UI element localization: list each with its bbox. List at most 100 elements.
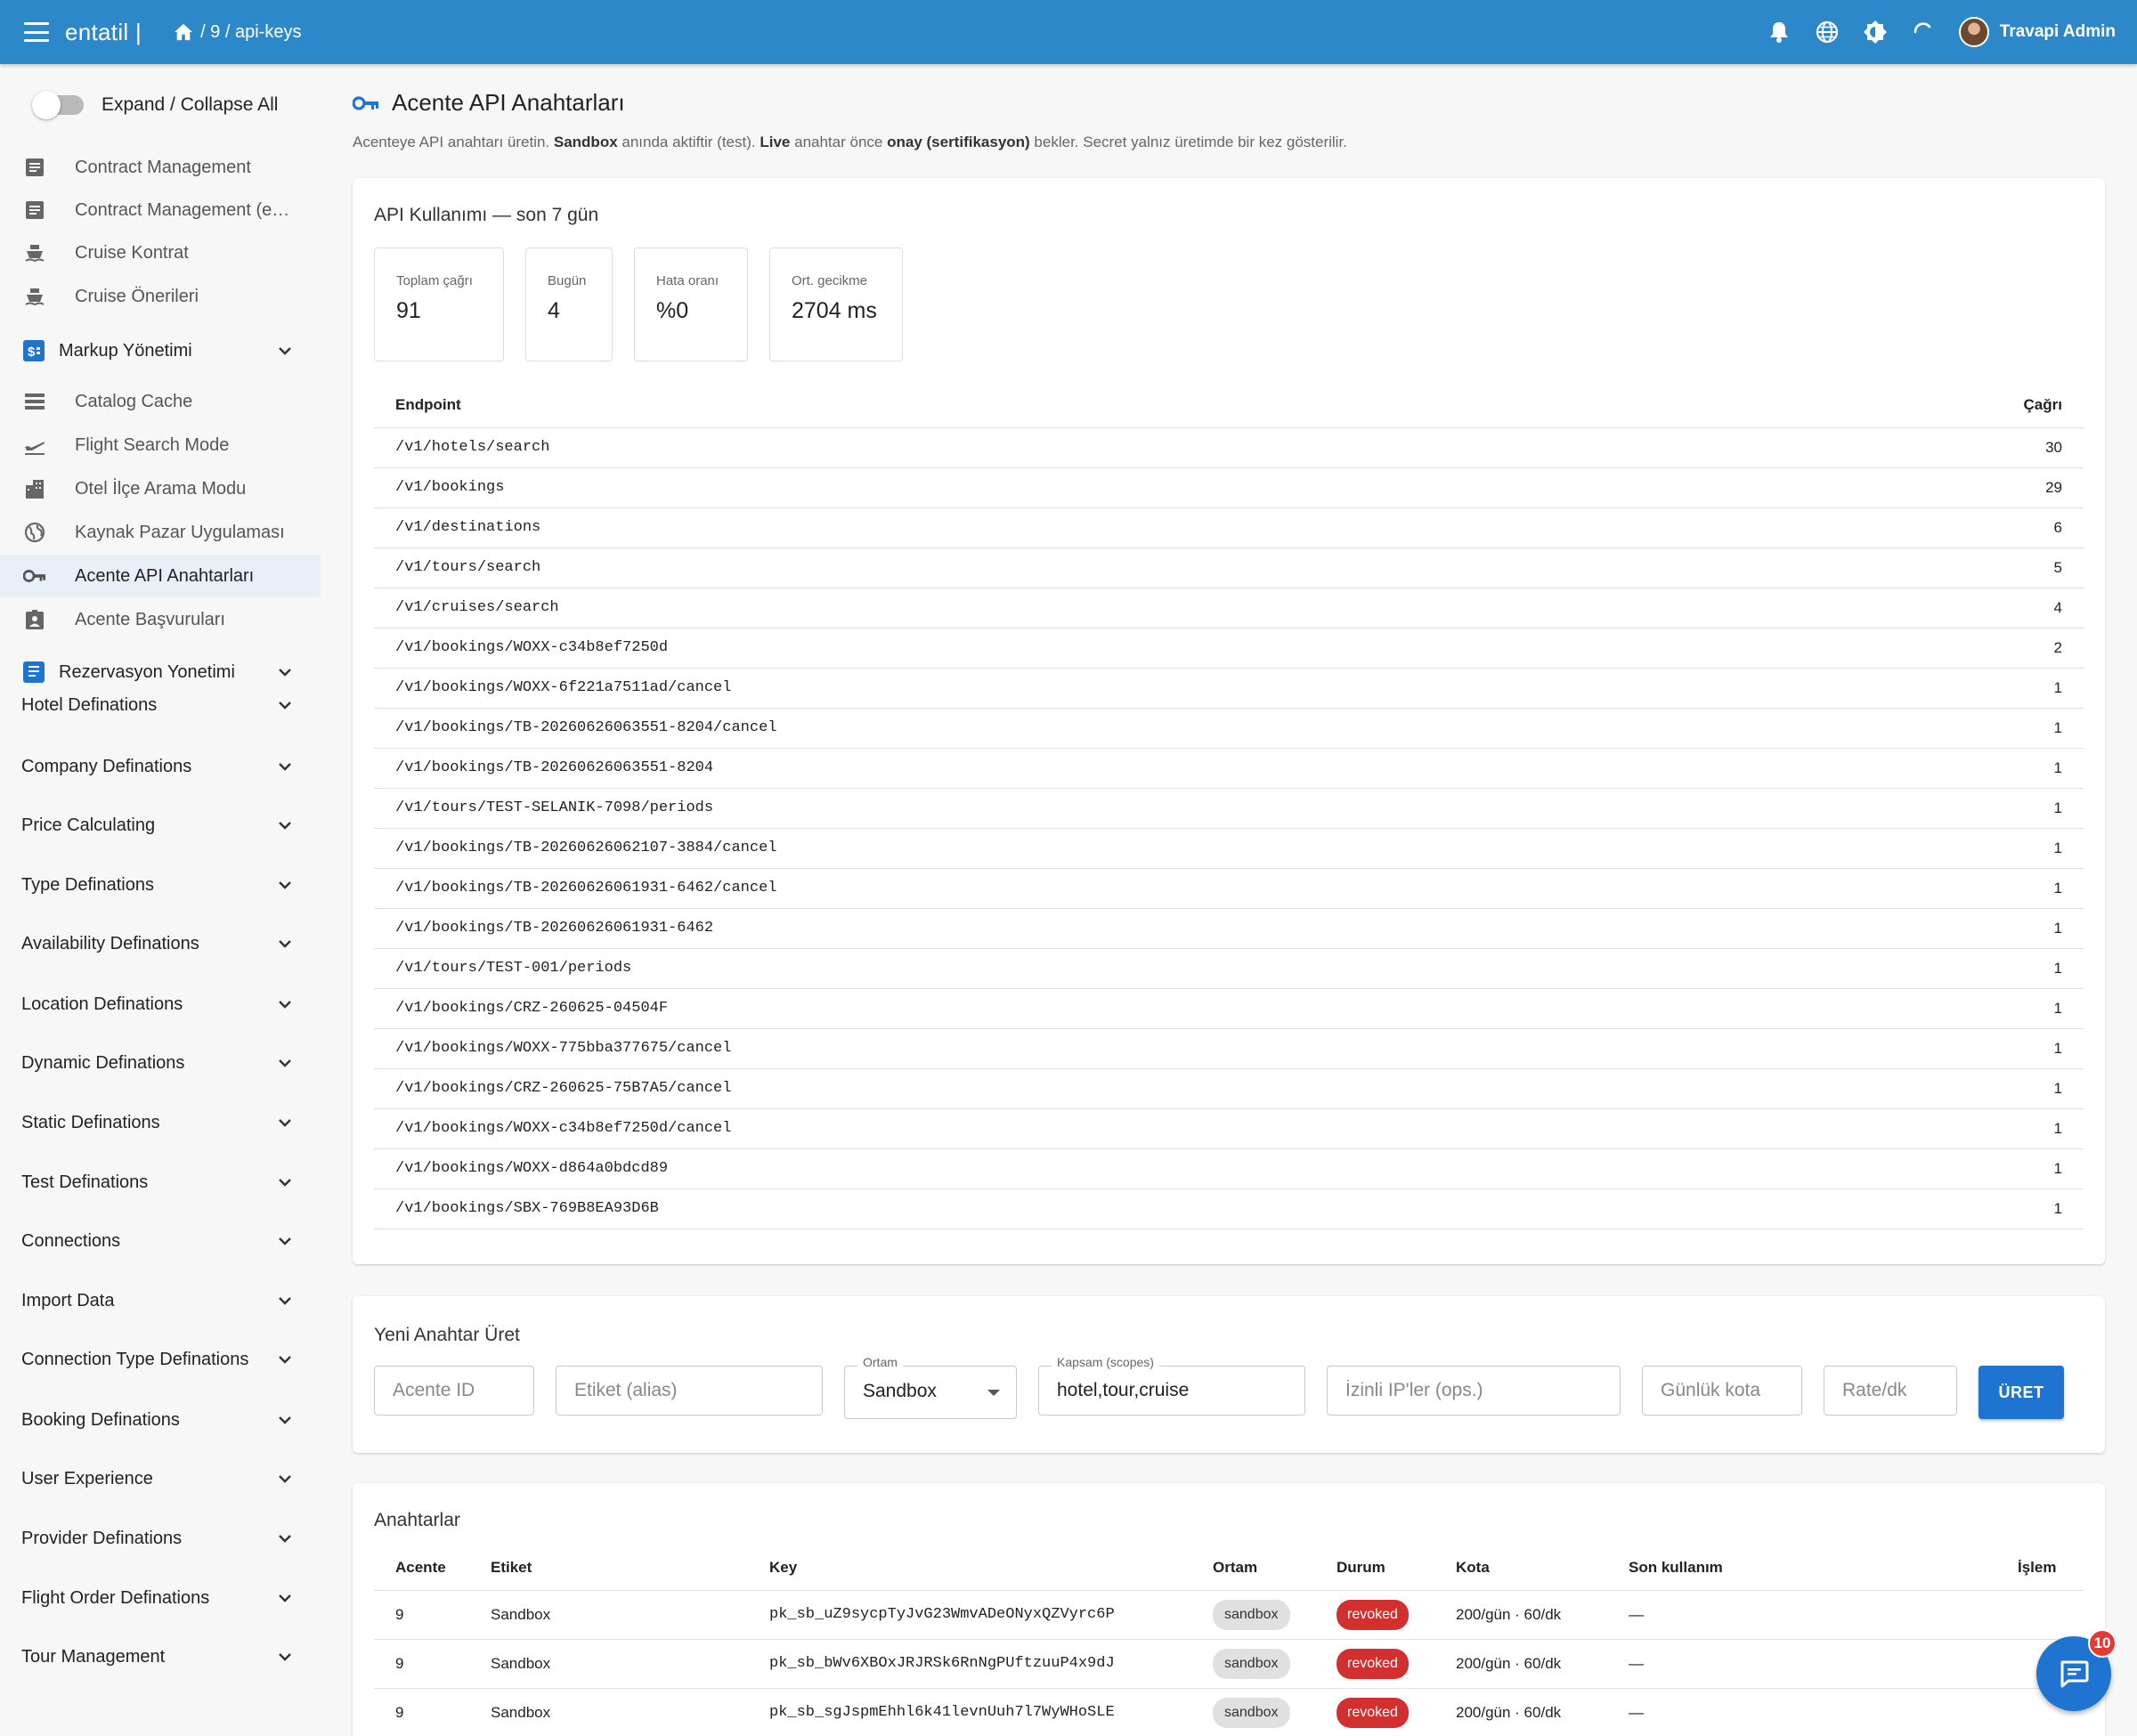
sidebar-group-tour-management[interactable]: Tour Management xyxy=(0,1634,321,1680)
language-globe-icon[interactable] xyxy=(1815,20,1840,45)
ship-icon xyxy=(23,285,46,308)
usage-title: API Kullanımı — son 7 gün xyxy=(374,205,599,225)
endpoint-cell: /v1/bookings/TB-20260626061931-6462 xyxy=(374,908,1808,949)
user-menu[interactable]: Travapi Admin xyxy=(1958,17,2116,47)
allowed-ips-field[interactable] xyxy=(1327,1366,1621,1416)
endpoint-cell: /v1/hotels/search xyxy=(374,427,1808,468)
scopes-field[interactable]: Kapsam (scopes) xyxy=(1038,1355,1305,1416)
agency-cell: 9 xyxy=(374,1688,469,1736)
scopes-input[interactable] xyxy=(1039,1367,1304,1415)
brand[interactable]: entatil | xyxy=(65,19,142,46)
table-row: 9 Sandbox pk_sb_uZ9sycpTyJvG23WmvADeONyxQZ… xyxy=(374,1590,2084,1640)
sidebar-group-markup[interactable]: $ Markup Yönetimi xyxy=(0,328,321,374)
sidebar-group-location-definations[interactable]: Location Definations xyxy=(0,981,321,1027)
endpoint-cell: /v1/bookings/WOXX-c34b8ef7250d xyxy=(374,628,1808,669)
markup-icon: $ xyxy=(23,340,45,361)
endpoint-cell: /v1/bookings/WOXX-775bba377675/cancel xyxy=(374,1028,1808,1069)
chevron-down-icon xyxy=(279,1119,291,1127)
sidebar-item-acente-basvurulari[interactable]: Acente Başvuruları xyxy=(0,598,321,641)
sidebar-item-kaynak-pazar[interactable]: Kaynak Pazar Uygulaması xyxy=(0,511,321,554)
sidebar-group-test-definations[interactable]: Test Definations xyxy=(0,1159,321,1205)
alias-field[interactable] xyxy=(556,1366,823,1416)
sidebar-group-user-experience[interactable]: User Experience xyxy=(0,1456,321,1502)
calls-cell: 5 xyxy=(1808,548,2084,588)
page-title: Acente API Anahtarları xyxy=(392,89,625,116)
daily-quota-input[interactable] xyxy=(1643,1367,1801,1415)
globe-icon xyxy=(23,521,46,544)
usage-card: API Kullanımı — son 7 gün Toplam çağrı 9… xyxy=(353,178,2105,1264)
endpoint-cell: /v1/bookings/TB-20260626063551-8204 xyxy=(374,748,1808,789)
table-row: /v1/tours/TEST-SELANIK-7098/periods 1 xyxy=(374,788,2084,829)
rate-input[interactable] xyxy=(1824,1367,1956,1415)
agency-id-field[interactable] xyxy=(374,1366,534,1416)
chat-button[interactable]: 10 xyxy=(2036,1629,2117,1711)
table-row: /v1/bookings/TB-20260626061931-6462/canc… xyxy=(374,868,2084,909)
sidebar-group-availability-definations[interactable]: Availability Definations xyxy=(0,921,321,967)
sidebar-item-cruise-onerileri[interactable]: Cruise Önerileri xyxy=(0,275,321,318)
calls-cell: 1 xyxy=(1808,988,2084,1029)
rate-field[interactable] xyxy=(1824,1366,1957,1416)
expand-collapse-toggle[interactable] xyxy=(32,91,84,119)
calls-cell: 1 xyxy=(1808,908,2084,949)
calls-cell: 1 xyxy=(1808,828,2084,869)
agency-id-input[interactable] xyxy=(375,1367,533,1415)
theme-toggle-icon[interactable] xyxy=(1863,20,1888,45)
sidebar-item-acente-api-anahtarlari[interactable]: Acente API Anahtarları xyxy=(0,555,321,597)
sidebar-group-company-definations[interactable]: Company Definations xyxy=(0,743,321,790)
alias-input[interactable] xyxy=(557,1367,822,1415)
sidebar-group-connection-type-definations[interactable]: Connection Type Definations xyxy=(0,1336,321,1383)
generate-button[interactable]: ÜRET xyxy=(1979,1366,2064,1419)
notifications-icon[interactable] xyxy=(1767,20,1792,45)
table-row: /v1/bookings/WOXX-6f221a7511ad/cancel 1 xyxy=(374,668,2084,709)
table-row: /v1/tours/search 5 xyxy=(374,548,2084,588)
table-row: /v1/bookings/WOXX-775bba377675/cancel 1 xyxy=(374,1028,2084,1069)
table-row: /v1/bookings 29 xyxy=(374,467,2084,508)
sidebar-group-provider-definations[interactable]: Provider Definations xyxy=(0,1515,321,1562)
sidebar-group-hotel-definations[interactable]: Hotel Definations xyxy=(0,682,321,728)
sidebar-group-dynamic-definations[interactable]: Dynamic Definations xyxy=(0,1040,321,1086)
agency-cell: 9 xyxy=(374,1639,469,1689)
keys-col-header: Acente xyxy=(374,1545,469,1591)
sidebar-group-price-calculating[interactable]: Price Calculating xyxy=(0,802,321,848)
key-cell: pk_sb_bWv6XBOxJRJRSk6RnNgPUftzuuP4x9dJ xyxy=(748,1639,1191,1689)
calls-cell: 4 xyxy=(1808,588,2084,629)
sidebar-item-flight-search-mode[interactable]: Flight Search Mode xyxy=(0,424,321,466)
sidebar-item-cruise-kontrat[interactable]: Cruise Kontrat xyxy=(0,231,321,274)
allowed-ips-input[interactable] xyxy=(1328,1367,1620,1415)
sidebar-group-import-data[interactable]: Import Data xyxy=(0,1278,321,1324)
sidebar-item-contract-management-e[interactable]: Contract Management (e… xyxy=(0,189,321,231)
col-calls: Çağrı xyxy=(1808,383,2084,428)
table-row: /v1/bookings/WOXX-c34b8ef7250d/cancel 1 xyxy=(374,1108,2084,1149)
storage-icon xyxy=(23,390,46,413)
environment-value: Sandbox xyxy=(863,1381,937,1401)
calls-cell: 2 xyxy=(1808,628,2084,669)
env-chip: sandbox xyxy=(1213,1697,1290,1728)
sidebar-group-booking-definations[interactable]: Booking Definations xyxy=(0,1397,321,1443)
menu-icon[interactable] xyxy=(24,22,49,42)
daily-quota-field[interactable] xyxy=(1642,1366,1802,1416)
chevron-down-icon xyxy=(279,669,291,677)
table-row: /v1/cruises/search 4 xyxy=(374,588,2084,629)
ship-icon xyxy=(23,241,46,264)
agency-cell: 9 xyxy=(374,1590,469,1640)
chevron-down-icon xyxy=(279,347,291,355)
sidebar-item-catalog-cache[interactable]: Catalog Cache xyxy=(0,380,321,423)
sidebar-group-connections[interactable]: Connections xyxy=(0,1218,321,1264)
refresh-icon[interactable] xyxy=(1911,20,1936,45)
table-row: /v1/bookings/TB-20260626063551-8204/canc… xyxy=(374,708,2084,749)
home-icon[interactable] xyxy=(174,23,193,41)
sidebar-group-type-definations[interactable]: Type Definations xyxy=(0,862,321,908)
breadcrumb: / 9 / api-keys xyxy=(174,22,301,43)
chevron-down-icon xyxy=(279,1356,291,1364)
environment-select[interactable]: Ortam Sandbox xyxy=(844,1355,1017,1419)
sidebar: Expand / Collapse All Contract Managemen… xyxy=(0,64,321,1736)
sidebar-item-contract-management[interactable]: Contract Management xyxy=(0,146,321,189)
sidebar-group-static-definations[interactable]: Static Definations xyxy=(0,1099,321,1146)
calls-cell: 29 xyxy=(1808,467,2084,508)
endpoint-table: Endpoint Çağrı /v1/hotels/search 30/v1/bo… xyxy=(374,383,2084,1229)
table-row: /v1/bookings/WOXX-c34b8ef7250d 2 xyxy=(374,628,2084,669)
sidebar-item-otel-ilce-arama-modu[interactable]: Otel İlçe Arama Modu xyxy=(0,467,321,510)
document-icon xyxy=(23,156,46,179)
sidebar-group-flight-order-definations[interactable]: Flight Order Definations xyxy=(0,1575,321,1621)
chevron-down-icon xyxy=(279,763,291,771)
